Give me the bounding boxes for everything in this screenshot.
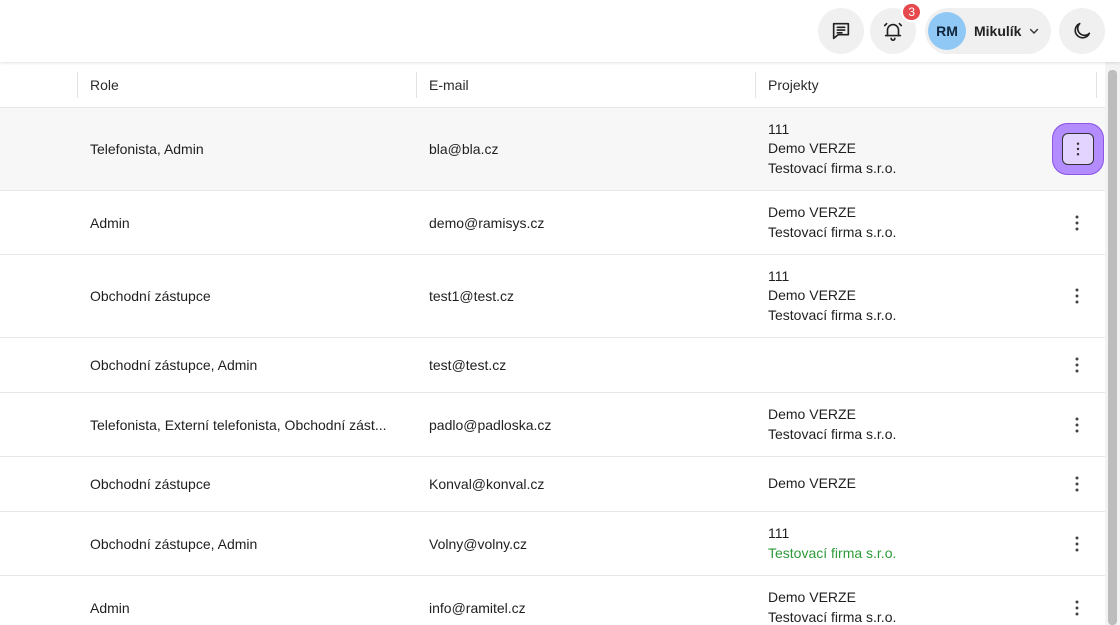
email-cell: test1@test.cz (429, 288, 515, 304)
projects-cell (768, 338, 1028, 392)
projects-cell: 111 Demo VERZE Testovací firma s.r.o. (768, 255, 1028, 337)
projects-cell: 111 Demo VERZE Testovací firma s.r.o. (768, 108, 1028, 190)
role-cell: Telefonista, Externí telefonista, Obchod… (90, 416, 387, 433)
row-actions-button[interactable] (1062, 410, 1092, 440)
table-row[interactable]: Obchodní zástupce, Admin test@test.cz (0, 338, 1105, 393)
more-vertical-icon (1075, 288, 1079, 304)
email-cell: padlo@padloska.cz (429, 416, 552, 433)
project-item: Demo VERZE (768, 589, 856, 605)
column-divider[interactable] (1096, 72, 1097, 98)
more-vertical-icon (1075, 536, 1079, 551)
table-row[interactable]: Telefonista, Externí telefonista, Obchod… (0, 393, 1105, 457)
email-cell: info@ramitel.cz (429, 599, 526, 616)
table-row[interactable]: Admin demo@ramisys.cz Demo VERZE Testova… (0, 191, 1105, 255)
email-cell: bla@bla.cz (429, 141, 499, 157)
email-cell: demo@ramisys.cz (429, 214, 545, 231)
table-header: Role E-mail Projekty (0, 62, 1105, 108)
notification-badge: 3 (901, 2, 922, 22)
email-cell: Konval@konval.cz (429, 476, 545, 492)
table-row[interactable]: Obchodní zástupce Konval@konval.cz Demo … (0, 457, 1105, 512)
avatar: RM (928, 12, 966, 50)
row-actions-button[interactable] (1062, 208, 1092, 238)
message-icon (832, 22, 850, 40)
project-item: Testovací firma s.r.o. (768, 425, 897, 442)
projects-cell: Demo VERZE Testovací firma s.r.o. (768, 576, 1028, 625)
project-item: Testovací firma s.r.o. (768, 159, 897, 176)
column-divider[interactable] (416, 72, 417, 98)
role-cell: Obchodní zástupce (90, 476, 211, 492)
project-item: Demo VERZE (768, 287, 856, 304)
more-vertical-icon (1075, 600, 1079, 615)
projects-cell: Demo VERZE Testovací firma s.r.o. (768, 393, 1028, 456)
table-row[interactable]: Telefonista, Admin bla@bla.cz 111 Demo V… (0, 108, 1105, 191)
users-table: Role E-mail Projekty Telefonista, Admin … (0, 62, 1105, 625)
project-item: Demo VERZE (768, 475, 856, 492)
project-item: Demo VERZE (768, 406, 856, 422)
project-item: Testovací firma s.r.o. (768, 306, 897, 323)
user-name: Mikulík (974, 23, 1022, 39)
row-actions-button[interactable] (1062, 350, 1092, 380)
top-bar: 3 RM Mikulík (0, 0, 1120, 62)
table-row[interactable]: Admin info@ramitel.cz Demo VERZE Testova… (0, 576, 1105, 625)
theme-toggle-button[interactable] (1059, 8, 1105, 54)
more-vertical-icon (1075, 417, 1079, 432)
scrollbar-thumb[interactable] (1108, 70, 1117, 625)
email-cell: Volny@volny.cz (429, 535, 527, 552)
role-cell: Admin (90, 214, 130, 231)
row-actions-button[interactable] (1062, 281, 1092, 311)
more-vertical-icon (1075, 215, 1079, 230)
row-actions-button[interactable] (1062, 529, 1092, 559)
role-cell: Admin (90, 599, 130, 616)
chevron-down-icon (1030, 28, 1039, 34)
role-cell: Obchodní zástupce, Admin (90, 357, 258, 373)
projects-cell: Demo VERZE Testovací firma s.r.o. (768, 191, 1028, 254)
project-item: Demo VERZE (768, 204, 856, 220)
column-header-projects[interactable]: Projekty (768, 62, 819, 108)
bell-icon (883, 22, 903, 41)
column-divider[interactable] (77, 72, 78, 98)
table-row[interactable]: Obchodní zástupce, Admin Volny@volny.cz … (0, 512, 1105, 576)
role-cell: Obchodní zástupce, Admin (90, 535, 258, 552)
project-item: 111 (768, 525, 790, 541)
notifications-button[interactable]: 3 (870, 2, 922, 54)
email-cell: test@test.cz (429, 357, 507, 373)
column-header-role[interactable]: Role (90, 62, 119, 108)
more-vertical-icon (1075, 357, 1079, 373)
role-cell: Telefonista, Admin (90, 141, 204, 157)
project-item: Testovací firma s.r.o. (768, 223, 897, 240)
project-item: 111 (768, 267, 790, 284)
role-cell: Obchodní zástupce (90, 288, 211, 304)
row-actions-button[interactable] (1062, 469, 1092, 499)
projects-cell: Demo VERZE (768, 457, 1028, 511)
column-divider[interactable] (755, 72, 756, 98)
project-item: Demo VERZE (768, 140, 856, 157)
table-row[interactable]: Obchodní zástupce test1@test.cz 111 Demo… (0, 255, 1105, 338)
project-item: Testovací firma s.r.o. (768, 608, 897, 625)
more-vertical-icon (1075, 476, 1079, 492)
projects-cell: 111 Testovací firma s.r.o. (768, 512, 1028, 575)
row-actions-button[interactable] (1062, 593, 1092, 623)
column-header-email[interactable]: E-mail (429, 62, 469, 108)
vertical-scrollbar[interactable] (1105, 62, 1120, 625)
moon-icon (1074, 22, 1091, 39)
chat-button[interactable] (818, 8, 864, 54)
row-actions-button[interactable] (1062, 133, 1094, 165)
more-vertical-icon (1076, 142, 1080, 156)
project-item: 111 (768, 120, 790, 137)
project-item-highlighted: Testovací firma s.r.o. (768, 544, 897, 561)
user-menu[interactable]: RM Mikulík (925, 8, 1051, 54)
